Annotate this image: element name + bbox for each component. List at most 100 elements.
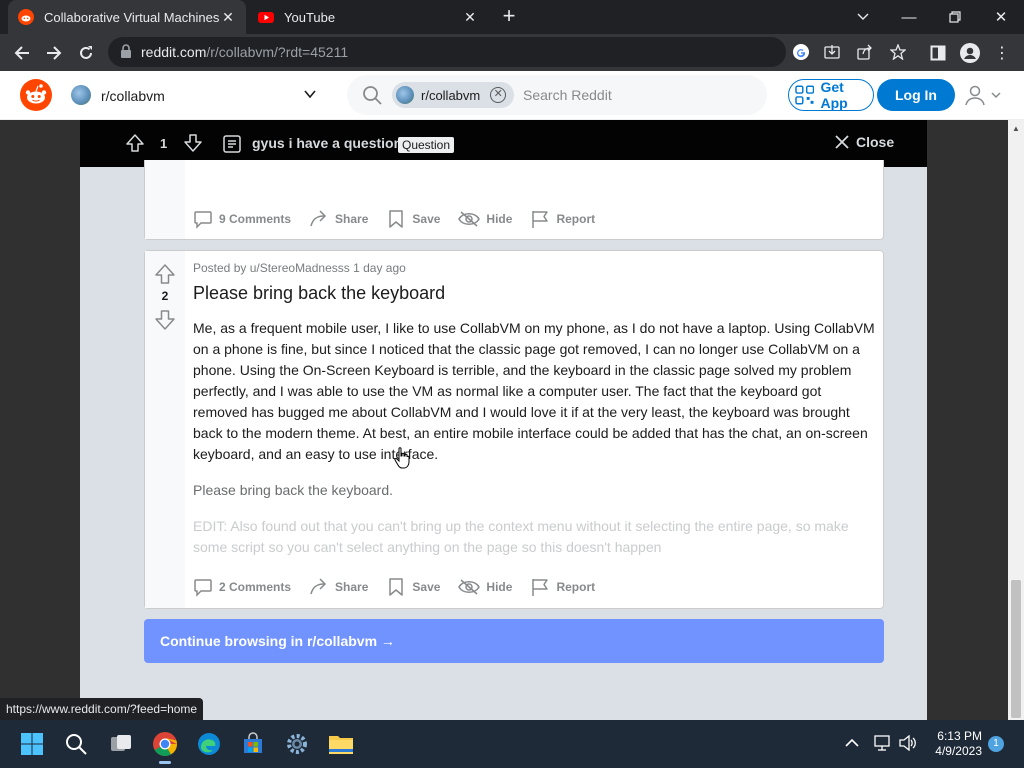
post-body-paragraph: EDIT: Also found out that you can't brin… [193, 518, 849, 555]
community-switcher-label[interactable]: r/collabvm [101, 88, 165, 104]
tab-close-icon[interactable]: ✕ [462, 9, 478, 25]
store-icon [244, 732, 262, 753]
vote-sidebar: 2 [145, 251, 185, 608]
report-button[interactable]: Report [530, 577, 595, 597]
url-path: /r/collabvm/?rdt=45211 [206, 44, 349, 60]
close-post-button[interactable]: Close [834, 134, 894, 150]
task-view-button[interactable] [105, 728, 137, 760]
user-menu-button[interactable] [964, 83, 1004, 107]
side-panel-button[interactable] [924, 39, 952, 67]
gear-icon [287, 734, 307, 754]
profile-button[interactable] [956, 39, 984, 67]
chevron-down-icon [991, 92, 1001, 99]
get-app-label: Get App [820, 79, 848, 111]
hide-eye-icon [458, 211, 481, 227]
report-label: Report [556, 580, 596, 594]
dimmed-background-right[interactable] [927, 120, 1012, 720]
tab-youtube[interactable]: YouTube ✕ [248, 0, 488, 34]
page-scrollbar[interactable]: ▲ [1008, 120, 1024, 720]
browser-toolbar: reddit.com/r/collabvm/?rdt=45211 ⋮ [0, 34, 1024, 71]
text-cursor-hand-icon [394, 447, 410, 469]
comments-label: 2 Comments [219, 580, 292, 594]
browser-tab-strip: Collaborative Virtual Machines! ✕ YouTub… [0, 0, 1024, 34]
close-label: Close [856, 134, 895, 150]
taskbar-edge[interactable] [193, 728, 225, 760]
post-card-previous[interactable]: 9 Comments Share Save Hide Report [144, 160, 884, 240]
clock-time: 6:13 PM [937, 729, 982, 743]
volume-icon[interactable] [899, 735, 917, 751]
reddit-logo[interactable] [20, 79, 52, 111]
comments-button[interactable]: 2 Comments [193, 577, 291, 597]
vote-count: 1 [160, 136, 168, 151]
tab-search-chevron-icon[interactable] [840, 0, 886, 34]
notification-badge[interactable]: 1 [988, 736, 1004, 752]
hide-button[interactable]: Hide [458, 577, 512, 597]
upvote-icon[interactable] [154, 263, 176, 285]
reddit-icon [18, 9, 34, 25]
network-icon[interactable] [874, 735, 892, 751]
report-button[interactable]: Report [530, 209, 595, 229]
get-app-button[interactable]: Get App [788, 79, 874, 111]
scroll-up-arrow-icon[interactable]: ▲ [1012, 124, 1020, 133]
continue-browsing-button[interactable]: Continue browsing in r/collabvm → [144, 619, 884, 663]
bookmark-star-icon[interactable] [890, 44, 906, 60]
post-actions: 2 Comments Share Save Hide Report [193, 577, 613, 597]
vote-count: 2 [161, 289, 169, 303]
downvote-icon[interactable] [183, 133, 203, 153]
qr-code-icon [795, 85, 815, 105]
post-card[interactable]: 2 Posted by u/StereoMadnesss 1 day ago P… [144, 250, 884, 609]
hide-button[interactable]: Hide [458, 209, 512, 229]
taskbar-chrome[interactable] [149, 728, 181, 764]
google-icon[interactable] [793, 44, 809, 60]
close-icon [835, 135, 849, 149]
share-label: Share [335, 212, 369, 226]
address-bar[interactable]: reddit.com/r/collabvm/?rdt=45211 [108, 37, 906, 67]
share-icon [310, 578, 327, 595]
start-button[interactable] [16, 728, 48, 760]
browser-menu-kebab-icon[interactable]: ⋮ [988, 39, 1016, 67]
taskbar-settings[interactable] [281, 728, 313, 760]
task-view-icon [111, 735, 131, 751]
save-label: Save [412, 580, 441, 594]
install-app-icon[interactable] [824, 44, 840, 60]
clear-chip-icon[interactable]: ✕ [490, 87, 507, 103]
minimize-button[interactable]: — [886, 0, 932, 34]
chevron-down-icon[interactable] [303, 87, 317, 101]
share-label: Share [335, 580, 369, 594]
show-hidden-icons-chevron-icon[interactable] [845, 738, 859, 748]
downvote-icon[interactable] [154, 309, 176, 331]
back-button[interactable] [8, 39, 36, 67]
community-icon [71, 85, 91, 105]
restore-button[interactable] [932, 0, 978, 34]
taskbar-search-button[interactable] [60, 728, 92, 760]
log-in-button[interactable]: Log In [877, 79, 955, 111]
close-window-button[interactable]: ✕ [978, 0, 1024, 34]
reload-button[interactable] [72, 39, 100, 67]
share-button[interactable]: Share [309, 209, 368, 229]
dimmed-background-left[interactable] [0, 120, 80, 720]
new-tab-button[interactable]: + [498, 5, 520, 28]
share-button[interactable]: Share [309, 577, 368, 597]
post-title[interactable]: Please bring back the keyboard [193, 283, 445, 304]
taskbar-file-explorer[interactable] [325, 728, 357, 760]
post-flair: Question [398, 137, 455, 153]
chrome-icon [153, 732, 177, 757]
user-icon [965, 85, 985, 106]
reddit-alien-icon [25, 84, 47, 104]
taskbar-store[interactable] [237, 728, 269, 760]
comments-button[interactable]: 9 Comments [193, 209, 291, 229]
hide-eye-icon [458, 579, 481, 595]
search-chip-label: r/collabvm [421, 87, 481, 103]
save-button[interactable]: Save [386, 577, 440, 597]
save-button[interactable]: Save [386, 209, 440, 229]
share-page-icon[interactable] [857, 44, 873, 60]
scrollbar-thumb[interactable] [1011, 580, 1021, 718]
tab-title: YouTube [284, 9, 336, 25]
system-clock[interactable]: 6:13 PM 4/9/2023 [928, 729, 982, 759]
tab-close-icon[interactable]: ✕ [220, 9, 236, 25]
tab-collaborative-virtual-machines[interactable]: Collaborative Virtual Machines! ✕ [8, 0, 246, 34]
search-bar[interactable]: r/collabvm ✕ [347, 75, 767, 115]
upvote-icon[interactable] [125, 133, 145, 153]
search-input[interactable] [523, 85, 753, 105]
forward-button[interactable] [40, 39, 68, 67]
